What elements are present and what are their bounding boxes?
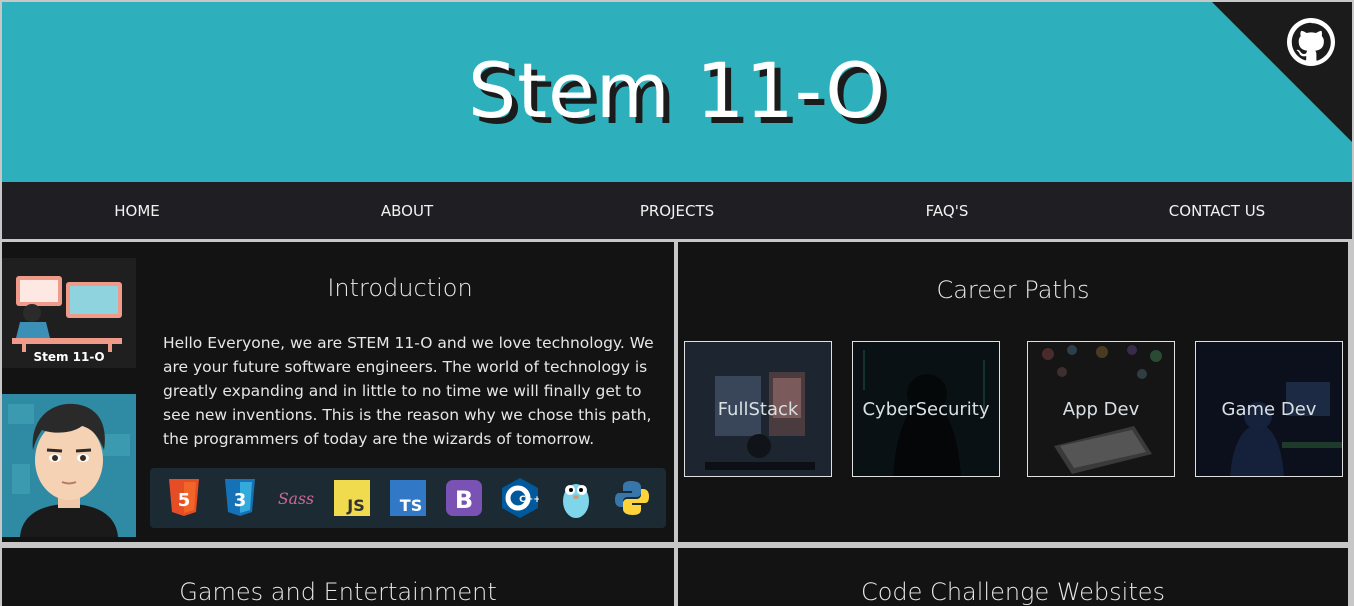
career-card-fullstack[interactable]: FullStack	[684, 341, 832, 477]
nav-faqs[interactable]: FAQ'S	[812, 182, 1082, 239]
class-logo-image: Stem 11-O	[2, 258, 136, 368]
site-header: Stem 11-O	[2, 2, 1352, 182]
career-card-game-dev[interactable]: Game Dev	[1195, 341, 1343, 477]
typescript-icon: TS	[388, 478, 428, 518]
introduction-title: Introduction	[327, 274, 473, 302]
logo-caption: Stem 11-O	[33, 350, 104, 364]
games-entertainment-title: Games and Entertainment	[179, 578, 497, 606]
golang-gopher-icon	[556, 478, 596, 518]
bootstrap-label: B	[455, 486, 473, 514]
python-icon	[612, 478, 652, 518]
career-card-cybersecurity[interactable]: CyberSecurity	[852, 341, 1000, 477]
bootstrap-icon: B	[444, 478, 484, 518]
introduction-panel: Stem 11-O Introduction Hello Everyone, w…	[2, 242, 674, 542]
career-card-label: App Dev	[1062, 398, 1140, 420]
cplusplus-icon: C++	[500, 478, 540, 518]
avatar-illustration	[2, 394, 136, 537]
career-card-app-dev[interactable]: App Dev	[1027, 341, 1175, 477]
career-cards: FullStack CyberSecurity App Dev Game Dev	[684, 341, 1344, 477]
js-label: JS	[346, 496, 364, 515]
tech-stack-bar: 5 3 Sass JS TS B C++	[150, 468, 666, 528]
career-paths-title: Career Paths	[936, 276, 1090, 304]
cpp-label: C++	[519, 495, 539, 505]
nav-projects[interactable]: PROJECTS	[542, 182, 812, 239]
svg-text:3: 3	[234, 490, 247, 511]
career-paths-panel: Career Paths FullStack CyberSecurity App…	[678, 242, 1348, 542]
nav-about[interactable]: ABOUT	[272, 182, 542, 239]
ts-label: TS	[400, 496, 422, 515]
career-card-label: CyberSecurity	[862, 398, 990, 420]
code-challenge-panel: Code Challenge Websites	[678, 548, 1348, 606]
javascript-icon: JS	[332, 478, 372, 518]
sass-label: Sass	[278, 489, 314, 508]
html5-icon: 5	[164, 478, 204, 518]
career-card-label: FullStack	[717, 398, 799, 420]
games-entertainment-panel: Games and Entertainment	[2, 548, 674, 606]
career-card-label: Game Dev	[1221, 398, 1317, 420]
introduction-text: Hello Everyone, we are STEM 11-O and we …	[163, 334, 654, 448]
svg-text:5: 5	[178, 490, 191, 511]
css3-icon: 3	[220, 478, 260, 518]
main-nav: HOME ABOUT PROJECTS FAQ'S CONTACT US	[2, 182, 1352, 239]
nav-contact-us[interactable]: CONTACT US	[1082, 182, 1352, 239]
sass-icon: Sass	[276, 478, 316, 518]
code-challenge-title: Code Challenge Websites	[860, 578, 1166, 606]
site-title: Stem 11-O	[467, 46, 887, 135]
nav-home[interactable]: HOME	[2, 182, 272, 239]
